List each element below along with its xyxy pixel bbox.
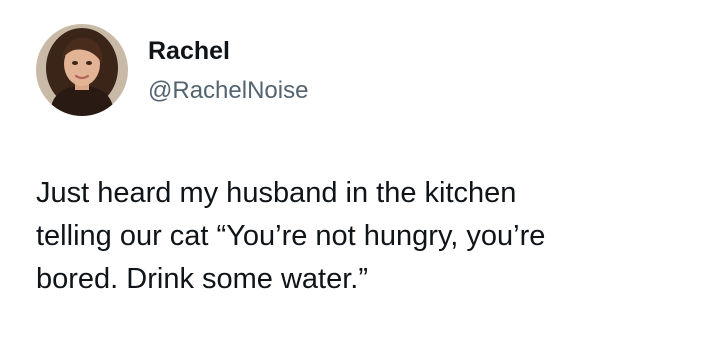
display-name[interactable]: Rachel <box>148 36 230 66</box>
profile-photo-icon <box>36 24 128 116</box>
avatar[interactable] <box>36 24 128 116</box>
tweet-text-line: bored. Drink some water.” <box>36 263 369 295</box>
tweet-card: Rachel @RachelNoise Just heard my husban… <box>0 0 720 350</box>
tweet-text: Just heard my husband in the kitchen tel… <box>36 172 696 301</box>
tweet-text-line: Just heard my husband in the kitchen <box>36 177 517 209</box>
user-handle[interactable]: @RachelNoise <box>148 76 308 106</box>
tweet-text-line: telling our cat “You’re not hungry, you’… <box>36 220 546 252</box>
